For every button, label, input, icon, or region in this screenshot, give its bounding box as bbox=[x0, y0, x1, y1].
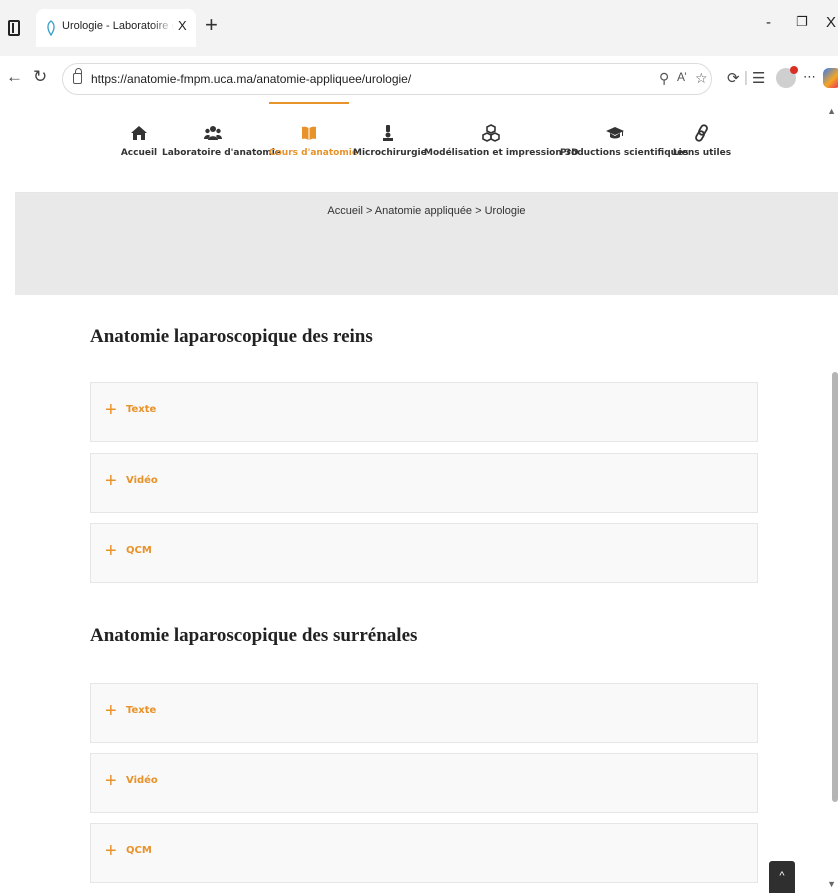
plus-icon: + bbox=[105, 840, 117, 862]
page-viewport: Accueil Laboratoire d'anatomie Cours d'a… bbox=[15, 102, 838, 893]
plus-icon: + bbox=[105, 399, 117, 421]
back-to-top-button[interactable]: ^ bbox=[769, 861, 795, 893]
accordion-texte[interactable]: + Texte bbox=[90, 382, 758, 442]
nav-item-microchirurgie[interactable]: Microchirurgie bbox=[353, 102, 427, 193]
read-aloud-icon[interactable]: A’ bbox=[677, 70, 687, 84]
nav-label: Liens utiles bbox=[672, 148, 732, 158]
nav-label: Microchirurgie bbox=[353, 148, 427, 158]
nav-label: Cours d'anatomie bbox=[269, 148, 358, 158]
nav-item-modelisation[interactable]: Modélisation et impression 3D bbox=[424, 102, 579, 193]
toolbar-divider: | bbox=[744, 69, 748, 86]
accordion-label: QCM bbox=[126, 845, 152, 856]
accordion-video[interactable]: + Vidéo bbox=[90, 453, 758, 513]
graduation-cap-icon bbox=[606, 127, 624, 139]
address-toolbar: ← ↻ https://anatomie-fmpm.uca.ma/anatomi… bbox=[0, 56, 838, 102]
refresh-icon[interactable]: ↻ bbox=[33, 67, 47, 87]
breadcrumb[interactable]: Accueil > Anatomie appliquée > Urologie bbox=[15, 205, 838, 217]
browser-tab-urologie[interactable]: Urologie - Laboratoire d'anatomie X bbox=[36, 9, 196, 47]
nav-label: Laboratoire d'anatomie bbox=[162, 148, 281, 158]
copilot-icon[interactable] bbox=[823, 68, 838, 88]
plus-icon: + bbox=[105, 700, 117, 722]
nav-label: Accueil bbox=[120, 148, 158, 158]
tab-actions-icon[interactable] bbox=[8, 20, 20, 36]
nav-label: Modélisation et impression 3D bbox=[424, 148, 579, 158]
profile-avatar[interactable] bbox=[776, 66, 798, 88]
accordion-video[interactable]: + Vidéo bbox=[90, 753, 758, 813]
nav-item-accueil[interactable]: Accueil bbox=[118, 102, 160, 193]
home-icon bbox=[131, 126, 147, 140]
new-tab-button[interactable]: + bbox=[205, 14, 218, 36]
accordion-label: Texte bbox=[126, 404, 157, 415]
scroll-down-arrow-icon[interactable]: ▼ bbox=[827, 879, 836, 889]
accordion-label: Vidéo bbox=[126, 775, 158, 786]
accordion-texte[interactable]: + Texte bbox=[90, 683, 758, 743]
address-bar[interactable]: https://anatomie-fmpm.uca.ma/anatomie-ap… bbox=[62, 63, 712, 95]
plus-icon: + bbox=[105, 470, 117, 492]
zoom-icon[interactable]: ⚲ bbox=[659, 70, 669, 87]
back-arrow-icon[interactable]: ← bbox=[6, 67, 23, 87]
book-icon bbox=[302, 126, 316, 140]
tab-title: Urologie - Laboratoire d'anatomie bbox=[62, 20, 174, 32]
plus-icon: + bbox=[105, 540, 117, 562]
nav-label: Productions scientifiques bbox=[560, 148, 689, 158]
close-window-button[interactable]: X bbox=[826, 14, 836, 31]
url-text[interactable]: https://anatomie-fmpm.uca.ma/anatomie-ap… bbox=[91, 72, 411, 86]
lock-icon[interactable] bbox=[73, 68, 82, 84]
accordion-qcm[interactable]: + QCM bbox=[90, 523, 758, 583]
site-favicon-icon bbox=[47, 20, 55, 36]
cubes-icon bbox=[481, 124, 500, 142]
favorite-star-icon[interactable]: ☆ bbox=[695, 70, 708, 87]
scroll-up-arrow-icon[interactable]: ▲ bbox=[827, 106, 836, 116]
section-title-reins: Anatomie laparoscopique des reins bbox=[90, 326, 373, 347]
accordion-label: Texte bbox=[126, 705, 157, 716]
nav-item-productions[interactable]: Productions scientifiques bbox=[560, 102, 689, 193]
users-icon bbox=[203, 126, 222, 140]
browser-tab-bar: Urologie - Laboratoire d'anatomie X + - … bbox=[0, 0, 838, 56]
nav-item-laboratoire[interactable]: Laboratoire d'anatomie bbox=[162, 102, 281, 193]
scrollbar-thumb[interactable] bbox=[832, 372, 838, 802]
nav-item-cours[interactable]: Cours d'anatomie bbox=[269, 102, 358, 193]
tab-close-icon[interactable]: X bbox=[178, 18, 187, 33]
plus-icon: + bbox=[105, 770, 117, 792]
section-title-surrenales: Anatomie laparoscopique des surrénales bbox=[90, 625, 418, 646]
accordion-qcm[interactable]: + QCM bbox=[90, 823, 758, 883]
more-menu-icon[interactable]: ⋯ bbox=[803, 69, 816, 85]
extensions-icon[interactable]: ⟳ bbox=[727, 69, 740, 87]
restore-button[interactable]: ❐ bbox=[796, 14, 808, 30]
microscope-icon bbox=[383, 125, 393, 141]
link-icon bbox=[695, 124, 708, 142]
site-navigation: Accueil Laboratoire d'anatomie Cours d'a… bbox=[15, 102, 838, 193]
nav-item-liens[interactable]: Liens utiles bbox=[672, 102, 732, 193]
breadcrumb-band: Accueil > Anatomie appliquée > Urologie bbox=[15, 193, 838, 295]
minimize-button[interactable]: - bbox=[766, 14, 771, 31]
accordion-label: Vidéo bbox=[126, 475, 158, 486]
accordion-label: QCM bbox=[126, 545, 152, 556]
favorites-list-icon[interactable]: ☰ bbox=[752, 69, 765, 87]
